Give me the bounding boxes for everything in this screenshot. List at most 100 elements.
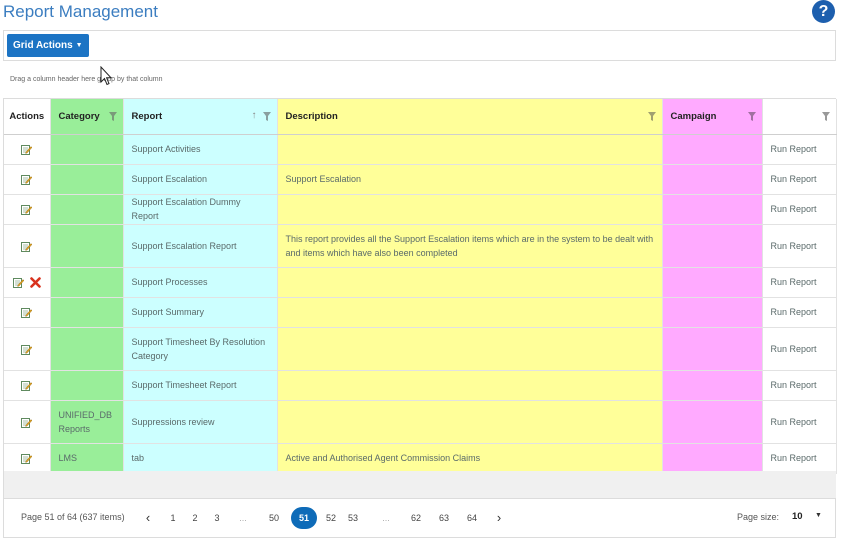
run-report-link[interactable]: Run Report xyxy=(762,370,837,401)
description-cell xyxy=(277,297,663,328)
table-row: Support Timesheet By Resolution Category… xyxy=(4,327,837,371)
actions-cell[interactable] xyxy=(4,400,51,444)
description-cell xyxy=(277,370,663,401)
report-cell: Support Summary xyxy=(123,297,278,328)
grid-footer-band xyxy=(4,471,836,499)
table-row: Support Escalation Report This report pro… xyxy=(4,224,837,268)
column-header-category[interactable]: Category xyxy=(50,99,124,135)
filter-icon[interactable] xyxy=(262,112,271,121)
edit-icon[interactable] xyxy=(21,380,33,392)
category-cell xyxy=(50,370,124,401)
edit-icon[interactable] xyxy=(21,241,33,252)
category-cell xyxy=(50,327,124,371)
filter-icon[interactable] xyxy=(108,112,117,121)
run-report-link[interactable]: Run Report xyxy=(762,327,837,371)
actions-cell[interactable] xyxy=(4,297,51,328)
actions-cell[interactable] xyxy=(4,224,51,268)
description-cell xyxy=(277,134,663,165)
report-cell: Support Timesheet By Resolution Category xyxy=(123,327,278,371)
pager-page-link[interactable]: 64 xyxy=(464,507,480,529)
description-cell: This report provides all the Support Esc… xyxy=(277,224,663,268)
edit-icon[interactable] xyxy=(21,174,33,186)
run-report-link[interactable]: Run Report xyxy=(762,297,837,328)
run-report-link[interactable]: Run Report xyxy=(762,224,837,268)
page-title: Report Management xyxy=(3,2,158,21)
table-row: Support Escalation Support Escalation Run … xyxy=(4,164,837,195)
pager-page-link[interactable]: 53 xyxy=(345,507,361,529)
run-report-link[interactable]: Run Report xyxy=(762,443,837,474)
campaign-cell xyxy=(662,370,763,401)
caret-down-icon: ▼ xyxy=(75,42,83,49)
pager-next-button[interactable]: › xyxy=(493,507,505,529)
column-header-campaign[interactable]: Campaign xyxy=(662,99,763,135)
edit-icon[interactable] xyxy=(21,307,33,319)
filter-icon[interactable] xyxy=(747,112,756,121)
pager-page-link[interactable]: 1 xyxy=(167,507,179,529)
description-cell xyxy=(277,267,663,298)
edit-icon[interactable] xyxy=(12,277,25,289)
actions-cell[interactable] xyxy=(4,370,51,401)
run-report-link[interactable]: Run Report xyxy=(762,267,837,298)
actions-cell[interactable] xyxy=(4,443,51,474)
column-header-actions: Actions xyxy=(4,99,51,135)
table-row: UNIFIED_DB Reports Suppressions review Run… xyxy=(4,400,837,444)
column-header-report[interactable]: Report ↑ xyxy=(123,99,278,135)
pager-page-link[interactable]: 62 xyxy=(408,507,424,529)
actions-cell[interactable] xyxy=(4,267,51,298)
report-cell: tab xyxy=(123,443,278,474)
report-cell: Support Escalation Report xyxy=(123,224,278,268)
pager-page-link[interactable]: 63 xyxy=(436,507,452,529)
pager-page-link[interactable]: 50 xyxy=(265,507,283,529)
chevron-down-icon[interactable]: ▼ xyxy=(815,512,822,519)
pager-ellipsis[interactable]: ... xyxy=(378,507,394,529)
report-cell: Support Escalation xyxy=(123,164,278,195)
category-cell: UNIFIED_DB Reports xyxy=(50,400,124,444)
actions-cell[interactable] xyxy=(4,327,51,371)
pager-page-link[interactable]: 3 xyxy=(211,507,223,529)
column-header-campaign-label: Campaign xyxy=(670,110,717,122)
category-cell xyxy=(50,134,124,165)
description-cell: Active and Authorised Agent Commission C… xyxy=(277,443,663,474)
help-icon[interactable]: ? xyxy=(812,0,835,23)
campaign-cell xyxy=(662,297,763,328)
category-cell xyxy=(50,164,124,195)
grid-actions-button[interactable]: Grid Actions ▼ xyxy=(7,34,89,57)
column-header-category-label: Category xyxy=(58,110,100,122)
table-row: Support Processes Run Report xyxy=(4,267,837,298)
filter-icon[interactable] xyxy=(821,112,830,121)
report-cell: Suppressions review xyxy=(123,400,278,444)
edit-icon[interactable] xyxy=(21,144,33,156)
delete-icon[interactable] xyxy=(29,277,41,288)
pager-ellipsis[interactable]: ... xyxy=(235,507,251,529)
report-grid: Actions Category Report ↑ Description Ca… xyxy=(3,98,837,538)
actions-cell[interactable] xyxy=(4,194,51,225)
sort-ascending-icon[interactable]: ↑ xyxy=(252,110,257,121)
pager-prev-button[interactable]: ‹ xyxy=(142,507,154,529)
table-row: Support Summary Run Report xyxy=(4,297,837,328)
category-cell xyxy=(50,267,124,298)
pager-page-link[interactable]: 52 xyxy=(323,507,339,529)
campaign-cell xyxy=(662,327,763,371)
actions-cell[interactable] xyxy=(4,164,51,195)
edit-icon[interactable] xyxy=(21,453,33,465)
column-header-run[interactable] xyxy=(762,99,837,135)
edit-icon[interactable] xyxy=(21,344,33,355)
pager-page-link[interactable]: 2 xyxy=(189,507,201,529)
actions-cell[interactable] xyxy=(4,134,51,165)
description-cell xyxy=(277,194,663,225)
page-size-select[interactable]: 10 xyxy=(792,511,803,522)
campaign-cell xyxy=(662,194,763,225)
pager-current-page[interactable]: 51 xyxy=(291,507,317,529)
run-report-link[interactable]: Run Report xyxy=(762,134,837,165)
mouse-cursor-icon xyxy=(100,66,112,86)
run-report-link[interactable]: Run Report xyxy=(762,400,837,444)
run-report-link[interactable]: Run Report xyxy=(762,164,837,195)
group-panel-hint[interactable]: Drag a column header here group by that … xyxy=(10,76,163,83)
report-cell: Support Timesheet Report xyxy=(123,370,278,401)
table-row: Support Escalation Dummy Report Run Repor… xyxy=(4,194,837,225)
filter-icon[interactable] xyxy=(647,112,656,121)
edit-icon[interactable] xyxy=(21,417,33,428)
run-report-link[interactable]: Run Report xyxy=(762,194,837,225)
column-header-description[interactable]: Description xyxy=(277,99,663,135)
edit-icon[interactable] xyxy=(21,204,33,216)
